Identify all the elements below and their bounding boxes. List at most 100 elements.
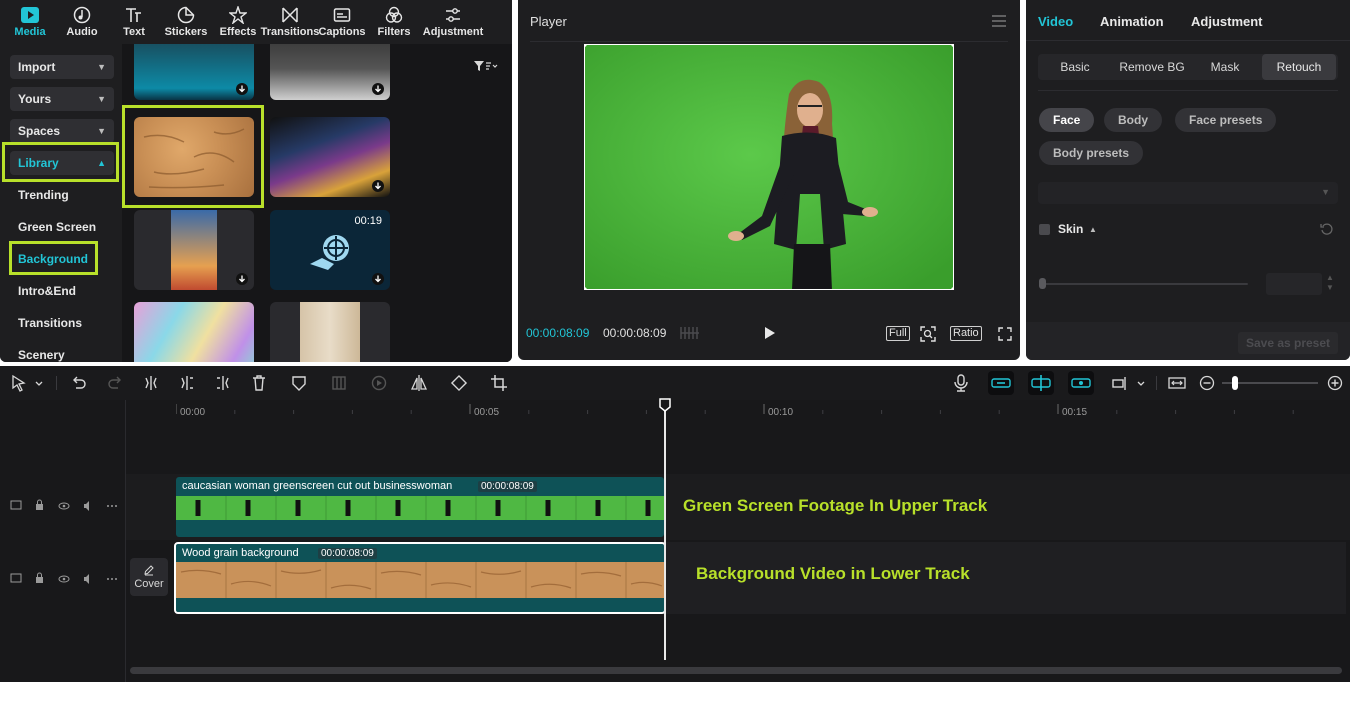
save-as-preset-button[interactable]: Save as preset — [1238, 332, 1338, 354]
download-icon[interactable] — [236, 83, 248, 95]
reverse-icon[interactable] — [370, 374, 388, 392]
sidebar-item-green-screen[interactable]: Green Screen — [18, 220, 96, 234]
chevron-down-icon[interactable] — [34, 374, 44, 392]
track-type-icon[interactable] — [10, 500, 24, 514]
cover-button[interactable]: Cover — [130, 558, 168, 596]
ratio-button[interactable]: Ratio — [950, 326, 982, 341]
tab-stickers[interactable]: Stickers — [160, 0, 212, 42]
media-thumb[interactable] — [134, 44, 254, 100]
pill-face-presets[interactable]: Face presets — [1175, 108, 1277, 132]
green-screen-clip[interactable]: caucasian woman greenscreen cut out busi… — [176, 477, 664, 537]
tab-adjustment-props[interactable]: Adjustment — [1191, 14, 1263, 29]
zoom-in-icon[interactable] — [1326, 374, 1344, 392]
full-button[interactable]: Full — [886, 326, 910, 341]
eye-icon[interactable] — [57, 573, 71, 587]
media-thumb[interactable] — [134, 302, 254, 362]
delete-icon[interactable] — [250, 374, 268, 392]
play-button[interactable] — [764, 326, 776, 340]
tab-audio[interactable]: Audio — [56, 0, 108, 42]
tab-adjustment[interactable]: Adjustment — [420, 0, 486, 42]
wood-grain-clip[interactable]: Wood grain background 00:00:08:09 — [174, 542, 666, 614]
menu-icon[interactable] — [992, 15, 1006, 27]
zoom-fit-icon[interactable] — [920, 326, 936, 342]
preview-axis-icon[interactable] — [1112, 374, 1130, 392]
pill-body-presets[interactable]: Body presets — [1039, 141, 1144, 165]
skin-slider-track[interactable] — [1042, 283, 1248, 285]
fit-timeline-icon[interactable] — [1168, 374, 1186, 392]
undo-icon[interactable] — [70, 374, 88, 392]
tab-captions[interactable]: Captions — [316, 0, 368, 42]
player-preview[interactable] — [584, 44, 954, 290]
fullscreen-icon[interactable] — [998, 327, 1012, 341]
magnet-toggle[interactable] — [988, 371, 1014, 395]
download-icon[interactable] — [372, 83, 384, 95]
spaces-button[interactable]: Spaces ▼ — [10, 119, 114, 143]
split-icon[interactable] — [142, 374, 160, 392]
subtab-mask[interactable]: Mask — [1192, 54, 1258, 80]
skin-value-input[interactable] — [1266, 273, 1322, 295]
more-icon[interactable] — [104, 500, 120, 514]
more-icon[interactable] — [104, 573, 120, 587]
subtab-remove-bg[interactable]: Remove BG — [1112, 54, 1192, 80]
media-thumb[interactable] — [134, 210, 254, 290]
stepper-icon[interactable]: ▲ ▼ — [1324, 273, 1336, 295]
resize-handle[interactable] — [951, 287, 954, 290]
sidebar-item-intro-end[interactable]: Intro&End — [18, 284, 76, 298]
track-type-icon[interactable] — [10, 573, 24, 587]
timeline-scrollbar[interactable] — [130, 667, 1342, 674]
lock-icon[interactable] — [34, 573, 48, 587]
resize-handle[interactable] — [951, 44, 954, 47]
zoom-slider-handle[interactable] — [1232, 376, 1238, 390]
split-right-icon[interactable] — [214, 374, 232, 392]
link-toggle[interactable] — [1068, 371, 1094, 395]
mark-icon[interactable] — [290, 374, 308, 392]
freeze-icon[interactable] — [330, 374, 348, 392]
time-ruler[interactable]: 00:00 00:05 00:10 00:15 — [176, 400, 1350, 422]
rotate-icon[interactable] — [450, 374, 468, 392]
preset-dropdown[interactable]: ▼ — [1038, 182, 1338, 204]
yours-button[interactable]: Yours ▼ — [10, 87, 114, 111]
sidebar-item-transitions[interactable]: Transitions — [18, 316, 82, 330]
snap-toggle[interactable] — [1028, 371, 1054, 395]
volume-icon[interactable] — [80, 500, 94, 514]
playhead-handle[interactable] — [659, 398, 671, 412]
tab-text[interactable]: Text — [108, 0, 160, 42]
pill-face[interactable]: Face — [1039, 108, 1095, 132]
media-thumb[interactable]: 00:19 — [270, 210, 390, 290]
media-thumb[interactable] — [270, 44, 390, 100]
download-icon[interactable] — [236, 273, 248, 285]
tab-effects[interactable]: Effects — [212, 0, 264, 42]
waveform-icon[interactable] — [680, 326, 700, 340]
subtab-retouch[interactable]: Retouch — [1262, 54, 1336, 80]
sidebar-item-scenery[interactable]: Scenery — [18, 348, 65, 362]
resize-handle[interactable] — [584, 287, 587, 290]
volume-icon[interactable] — [80, 573, 94, 587]
tab-animation[interactable]: Animation — [1100, 14, 1164, 29]
subtab-basic[interactable]: Basic — [1038, 54, 1112, 80]
zoom-out-icon[interactable] — [1198, 374, 1216, 392]
pill-body[interactable]: Body — [1104, 108, 1162, 132]
split-left-icon[interactable] — [178, 374, 196, 392]
download-icon[interactable] — [372, 273, 384, 285]
reset-icon[interactable] — [1320, 222, 1334, 236]
tab-filters[interactable]: Filters — [368, 0, 420, 42]
microphone-icon[interactable] — [952, 374, 970, 392]
skin-checkbox[interactable] — [1039, 224, 1050, 235]
eye-icon[interactable] — [57, 500, 71, 514]
lock-icon[interactable] — [34, 500, 48, 514]
download-icon[interactable] — [372, 180, 384, 192]
mirror-icon[interactable] — [410, 374, 428, 392]
tab-transitions[interactable]: Transitions — [261, 0, 319, 42]
import-button[interactable]: Import ▼ — [10, 55, 114, 79]
sidebar-item-trending[interactable]: Trending — [18, 188, 69, 202]
redo-icon[interactable] — [106, 374, 124, 392]
chevron-down-icon[interactable] — [1136, 374, 1146, 392]
tab-video[interactable]: Video — [1038, 14, 1073, 29]
filter-sort-icon[interactable] — [474, 60, 498, 72]
tab-media[interactable]: Media — [4, 0, 56, 42]
playhead-line[interactable] — [664, 400, 666, 660]
media-thumb[interactable] — [270, 117, 390, 197]
media-thumb[interactable] — [270, 302, 390, 362]
crop-icon[interactable] — [490, 374, 508, 392]
select-cursor-icon[interactable] — [10, 374, 28, 392]
